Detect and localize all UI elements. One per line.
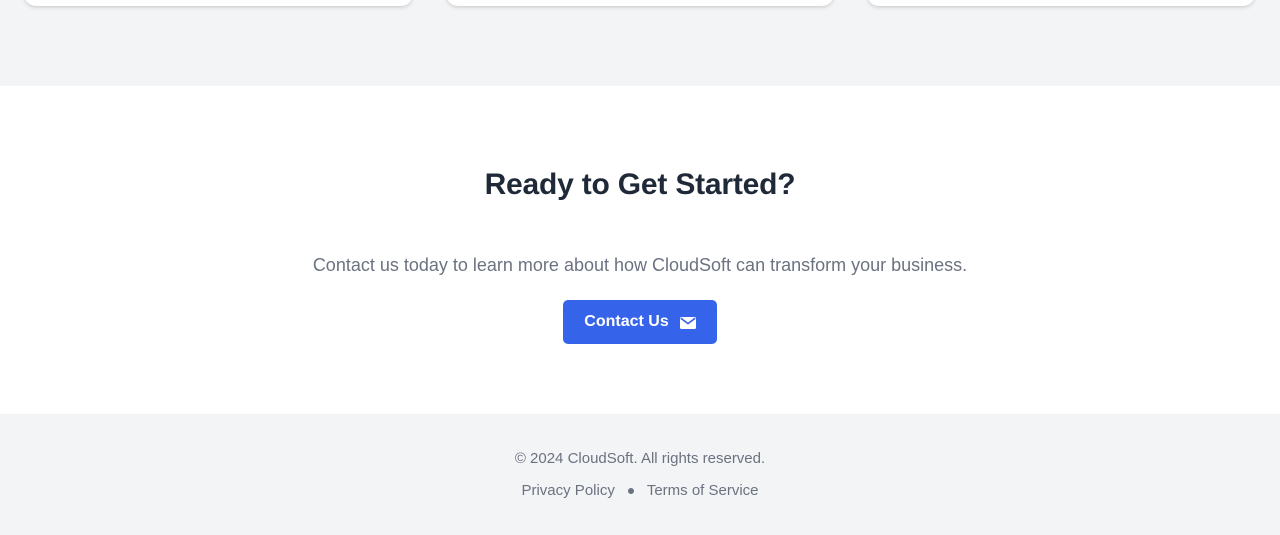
envelope-icon (679, 316, 696, 329)
footer-links: Privacy Policy Terms of Service (0, 482, 1280, 499)
cta-section: Ready to Get Started? Contact us today t… (0, 86, 1280, 414)
feature-card (24, 0, 413, 6)
contact-us-button-label: Contact Us (584, 313, 669, 330)
site-footer: © 2024 CloudSoft. All rights reserved. P… (0, 414, 1280, 535)
contact-us-button[interactable]: Contact Us (563, 300, 717, 344)
cta-description: Contact us today to learn more about how… (312, 255, 968, 275)
cta-title: Ready to Get Started? (484, 168, 796, 201)
dot-separator-icon (627, 487, 634, 494)
copyright-text: © 2024 CloudSoft. All rights reserved. (514, 450, 766, 467)
feature-card (446, 0, 834, 6)
privacy-policy-link[interactable]: Privacy Policy (521, 482, 614, 499)
feature-card (867, 0, 1255, 6)
features-section-bottom (0, 0, 1280, 86)
terms-of-service-link[interactable]: Terms of Service (647, 482, 759, 499)
